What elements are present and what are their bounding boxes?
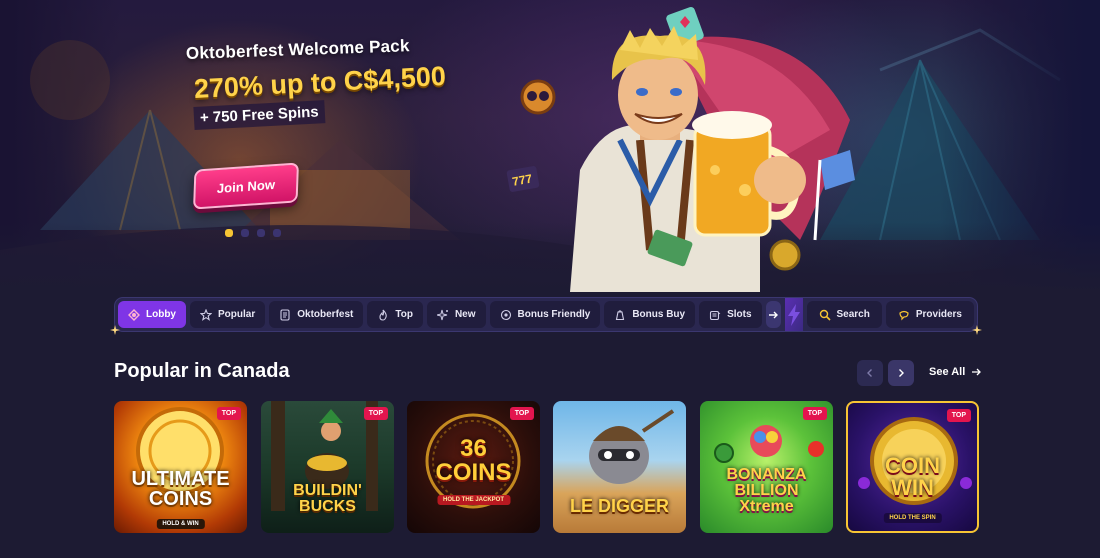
providers-button[interactable]: Providers (885, 301, 974, 328)
bonus-icon (500, 309, 511, 320)
hero-banner[interactable]: Oktoberfest Welcome Pack 270% up to C$4,… (0, 0, 1100, 292)
nav-divider (784, 298, 803, 331)
search-button[interactable]: Search (806, 301, 882, 328)
carousel-dot[interactable] (257, 229, 265, 237)
arrow-right-icon (972, 368, 982, 376)
star-icon (200, 308, 212, 321)
game-card-coin-win[interactable]: TOP COIN WIN HOLD THE SPIN (846, 401, 979, 533)
sparkle-left-icon (110, 325, 120, 335)
nav-item-bonus-friendly[interactable]: Bonus Friendly (489, 301, 601, 328)
nav-item-popular[interactable]: Popular (190, 301, 266, 328)
hero-up-to: up to (262, 66, 345, 101)
game-card-ultimate-coins[interactable]: TOP ULTIMATE COINS HOLD & WIN (114, 401, 247, 533)
game-subtitle: HOLD THE SPIN (883, 513, 942, 523)
nav-item-top[interactable]: Top (367, 301, 423, 328)
nav-item-label: Lobby (146, 309, 176, 320)
game-subtitle: HOLD & WIN (156, 519, 205, 529)
game-subtitle: HOLD THE JACKPOT (436, 495, 511, 505)
nav-item-label: Bonus Buy (632, 309, 686, 320)
carousel-dot[interactable] (273, 229, 281, 237)
chevron-right-icon (899, 369, 904, 377)
top-badge: TOP (509, 407, 534, 420)
top-badge: TOP (216, 407, 241, 420)
game-art (136, 407, 224, 495)
nav-scroll-right-button[interactable] (765, 301, 781, 328)
lightning-icon (787, 303, 800, 326)
game-card-bonanza-billion-xtreme[interactable]: TOP BONANZA BILLION Xtreme (700, 401, 833, 533)
hero-text: Oktoberfest Welcome Pack 270% up to C$4,… (186, 36, 447, 130)
nav-item-label: Top (395, 309, 413, 320)
game-title: ULTIMATE COINS (131, 468, 230, 510)
hero-headline: 270% up to C$4,500 (193, 61, 446, 105)
nav-item-label: Bonus Friendly (517, 309, 591, 320)
chevron-left-icon (867, 369, 872, 377)
game-title: LE DIGGER (569, 496, 669, 516)
carousel-dot[interactable] (241, 229, 249, 237)
carousel-dots (225, 229, 281, 237)
carousel-dot[interactable] (225, 229, 233, 237)
document-icon (280, 308, 290, 321)
join-now-button[interactable]: Join Now (193, 162, 299, 210)
nav-item-bonus-buy[interactable]: Bonus Buy (604, 301, 696, 328)
hero-free-spins: + 750 Free Spins (193, 100, 326, 130)
flame-icon (379, 309, 388, 321)
see-all-link[interactable]: See All (929, 366, 982, 378)
category-nav: Lobby Popular Oktoberfest Top New Bonus … (115, 298, 977, 331)
game-title: 36 COINS (435, 435, 512, 486)
game-title: BONANZA BILLION Xtreme (726, 466, 807, 515)
game-card-buildin-bucks[interactable]: TOP BUILDIN' BUCKS (261, 401, 394, 533)
providers-label: Providers (915, 309, 962, 320)
arrow-right-icon (769, 311, 779, 318)
hero-percentage: 270% (193, 70, 264, 104)
search-icon (819, 309, 831, 321)
nav-item-label: Slots (727, 309, 752, 320)
nav-item-new[interactable]: New (426, 301, 486, 328)
sparkle-right-icon (972, 325, 982, 335)
nav-item-label: New (454, 309, 476, 320)
game-card-le-digger[interactable]: LE DIGGER (553, 401, 686, 533)
nav-item-slots[interactable]: Slots (699, 301, 762, 328)
oktoberfest-mascot-illustration: 777 (506, 7, 855, 292)
game-title: BUILDIN' BUCKS (293, 482, 362, 515)
game-card-36-coins[interactable]: TOP 36 COINS HOLD THE JACKPOT (407, 401, 540, 533)
search-label: Search (836, 309, 870, 320)
slots-icon (710, 310, 721, 320)
bag-icon (616, 309, 625, 320)
top-badge: TOP (946, 409, 971, 422)
section-title: Popular in Canada (114, 360, 290, 382)
top-badge: TOP (802, 407, 827, 420)
nav-item-label: Oktoberfest (297, 309, 354, 320)
next-page-button[interactable] (888, 360, 914, 386)
providers-icon (899, 310, 909, 320)
nav-item-oktoberfest[interactable]: Oktoberfest (269, 301, 364, 328)
nav-item-label: Popular (218, 309, 256, 320)
lobby-icon (128, 308, 140, 321)
top-badge: TOP (363, 407, 388, 420)
nav-item-lobby[interactable]: Lobby (118, 301, 186, 328)
sparkle-icon (436, 309, 448, 320)
see-all-label: See All (929, 366, 966, 378)
hero-amount: C$4,500 (343, 60, 447, 97)
game-title: COIN WIN (885, 453, 940, 500)
prev-page-button[interactable] (857, 360, 883, 386)
